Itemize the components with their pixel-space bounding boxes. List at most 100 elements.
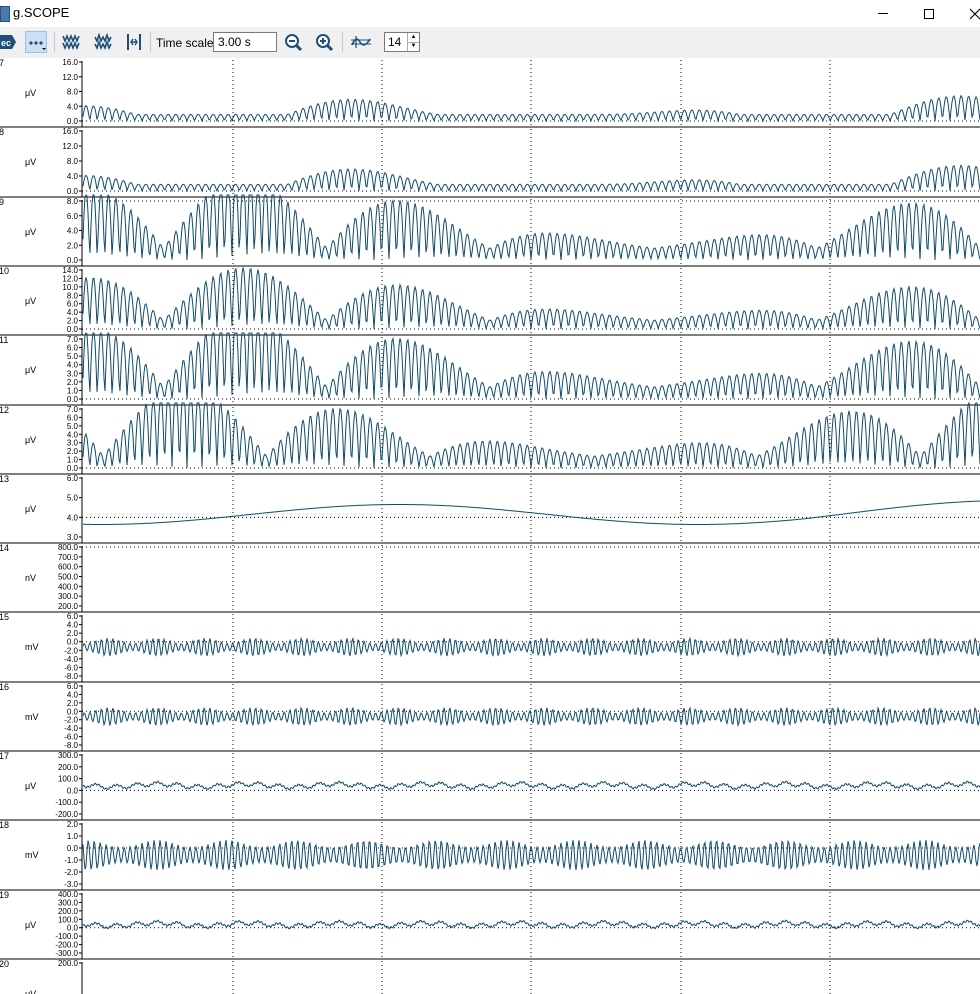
zoom-in-icon [316, 34, 334, 51]
time-scale-input[interactable] [213, 32, 277, 52]
channel-unit: μV [25, 296, 36, 306]
channel-unit: μV [25, 920, 36, 930]
channel-14: 14 nV 800.0700.0600.0500.0400.0300.0200.0 [0, 543, 980, 613]
y-tick-label: -1.0 [64, 856, 78, 865]
toolbar-separator [342, 32, 343, 52]
channel-number: 8 [0, 127, 4, 137]
channel-number: 15 [0, 612, 9, 622]
channel-number: 18 [0, 820, 9, 830]
more-dots-icon [29, 41, 46, 50]
y-tick-label: 600.0 [58, 563, 79, 572]
y-tick-label: -2.0 [64, 868, 78, 877]
signal-view-1-button[interactable] [59, 31, 83, 53]
scope-plot[interactable]: 7 μV 16.0 12.0 8.0 4.0 0.0 8 μV 16.0 12.0 8.0 4.0 0.0… [0, 58, 980, 994]
channel-18: 18 mV 2.0 1.0 0.0 -1.0 -2.0 -3.0 [0, 820, 980, 891]
y-tick-label: 12.0 [62, 142, 78, 151]
channel-waveform [82, 706, 980, 727]
spin-down-icon[interactable]: ▼ [407, 42, 419, 51]
y-tick-label: 300.0 [58, 592, 79, 601]
record-icon: ec [0, 35, 16, 49]
close-icon [969, 8, 980, 19]
channel-waveform [82, 636, 980, 658]
toolbar: ec Time scale: 3.00 s 14 ▲ ▼ [0, 27, 980, 58]
y-tick-label: 0.0 [67, 464, 79, 473]
y-tick-label: 16.0 [62, 127, 78, 136]
channel-number: 16 [0, 682, 9, 692]
settings-menu-button[interactable] [25, 31, 47, 53]
y-tick-label: 200.0 [58, 763, 79, 772]
record-button[interactable]: ec [0, 31, 16, 53]
y-tick-label: 6.0 [67, 212, 79, 221]
y-tick-label: -100.0 [55, 798, 78, 807]
signal-stack-icon [62, 33, 80, 51]
y-tick-label: 500.0 [58, 573, 79, 582]
signal-stack-icon [94, 33, 112, 51]
close-button[interactable] [952, 0, 980, 27]
channel-10: 10μV14.012.010.08.06.04.02.00.0 [0, 266, 980, 336]
scope-plot-area[interactable]: 7 μV 16.0 12.0 8.0 4.0 0.0 8 μV 16.0 12.0 8.0 4.0 0.0… [0, 58, 980, 994]
minimize-button[interactable] [860, 0, 906, 27]
channel-7: 7 μV 16.0 12.0 8.0 4.0 0.0 [0, 58, 980, 128]
channel-count-spinbox[interactable]: 14 ▲ ▼ [384, 32, 420, 52]
y-tick-label: 800.0 [58, 543, 79, 552]
channel-8: 8 μV 16.0 12.0 8.0 4.0 0.0 [0, 127, 980, 198]
channel-11: 11μV7.06.05.04.03.02.01.00.0 [0, 331, 980, 406]
y-tick-label: -3.0 [64, 880, 78, 889]
y-tick-label: 0.0 [67, 395, 79, 404]
channel-number: 12 [0, 405, 9, 415]
y-tick-label: 6.0 [67, 474, 79, 483]
y-tick-label: 0.0 [67, 256, 79, 265]
channel-unit: mV [25, 712, 39, 722]
channel-number: 14 [0, 543, 9, 553]
channel-unit: μV [25, 989, 36, 994]
y-tick-label: 4.0 [67, 513, 79, 522]
channel-number: 13 [0, 474, 9, 484]
y-tick-label: 200.0 [58, 602, 79, 611]
zoom-out-button[interactable] [281, 31, 305, 53]
channel-unit: μV [25, 227, 36, 237]
y-tick-label: 0.0 [67, 187, 79, 196]
y-tick-label: 100.0 [58, 775, 79, 784]
y-tick-label: 2.0 [67, 241, 79, 250]
app-icon [0, 6, 10, 22]
channel-16: 16mV6.04.02.00.0-2.0-4.0-6.0-8.0 [0, 682, 980, 752]
minimize-icon [878, 13, 888, 14]
channel-number: 17 [0, 751, 9, 761]
title-bar: g.SCOPE [0, 0, 980, 27]
filter-button[interactable] [349, 31, 373, 53]
channel-unit: μV [25, 365, 36, 375]
toolbar-separator [54, 32, 55, 52]
channel-unit: μV [25, 435, 36, 445]
y-tick-label: 700.0 [58, 553, 79, 562]
signal-view-2-button[interactable] [91, 31, 115, 53]
y-tick-label: 16.0 [62, 58, 78, 67]
y-tick-label: -300.0 [55, 949, 78, 958]
zoom-in-button[interactable] [312, 31, 336, 53]
maximize-icon [924, 8, 934, 19]
y-tick-label: 0.0 [67, 325, 79, 334]
y-tick-label: 12.0 [62, 73, 78, 82]
y-tick-label: 8.0 [67, 157, 79, 166]
y-tick-label: -8.0 [64, 741, 78, 750]
svg-text:ec: ec [1, 38, 11, 48]
y-tick-label: 400.0 [58, 582, 79, 591]
window-title: g.SCOPE [13, 5, 70, 20]
channel-number: 9 [0, 197, 4, 207]
y-tick-label: 200.0 [58, 959, 79, 968]
channel-13: 13 μV 6.0 5.0 4.0 3.0 [0, 474, 980, 544]
y-tick-label: 3.0 [67, 533, 79, 542]
channel-20: 20μV200.0100.0 [0, 959, 831, 994]
channel-number: 20 [0, 959, 9, 969]
zoom-out-icon [285, 34, 303, 51]
channel-12: 12μV7.06.05.04.03.02.01.00.0 [0, 401, 980, 475]
channel-unit: mV [25, 850, 39, 860]
channel-number: 11 [0, 335, 8, 345]
maximize-button[interactable] [906, 0, 952, 27]
channel-count-value: 14 [388, 35, 402, 49]
y-tick-label: 8.0 [67, 88, 79, 97]
y-tick-label: 4.0 [67, 172, 79, 181]
channel-19: 19μV400.0300.0200.0100.00.0-100.0-200.0-… [0, 890, 980, 960]
y-tick-label: 5.0 [67, 494, 79, 503]
y-tick-label: 0.0 [67, 786, 79, 795]
cursor-button[interactable] [122, 31, 146, 53]
